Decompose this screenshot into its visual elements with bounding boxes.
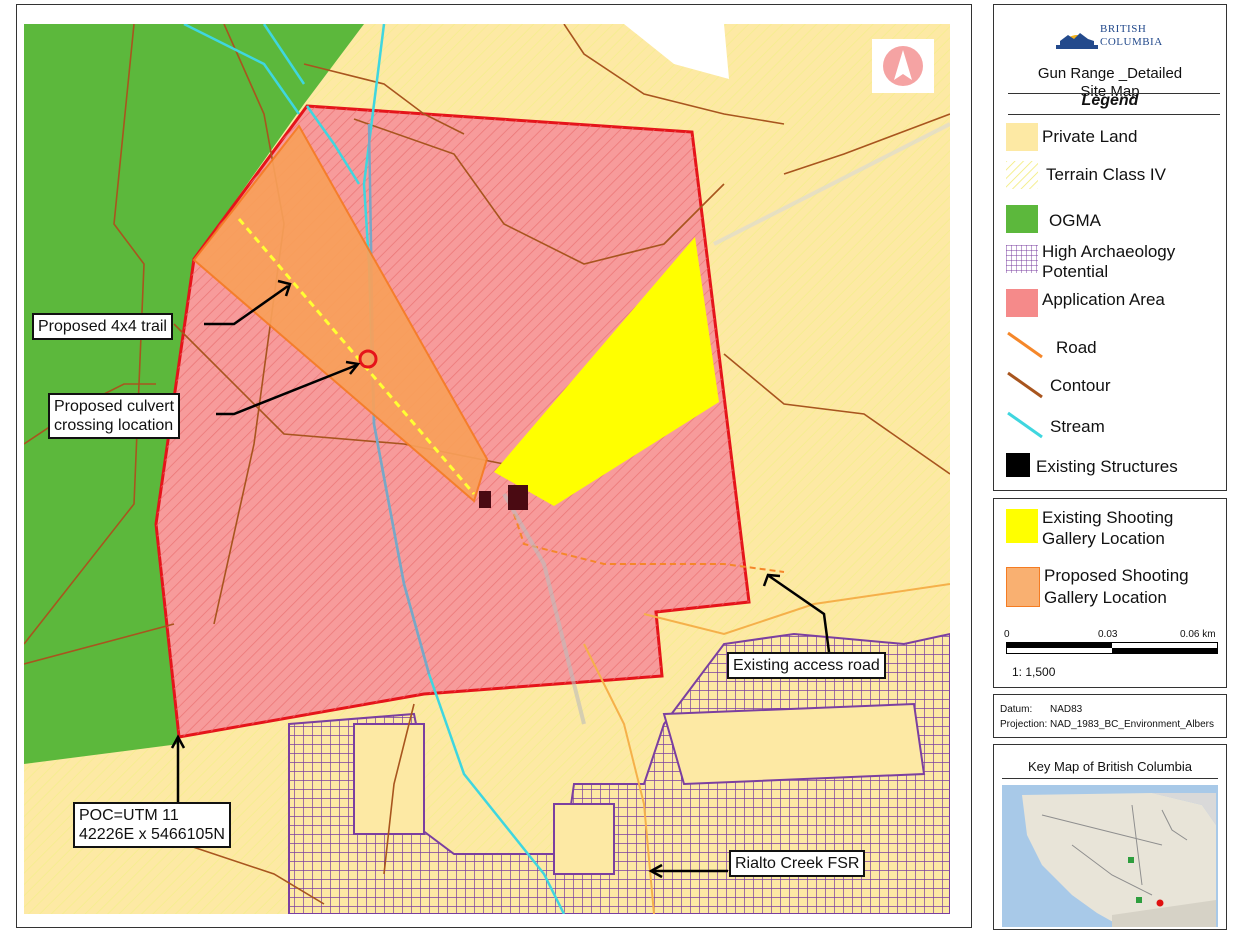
terrain-class-swatch [1006,161,1038,189]
logo-text-line2: COLUMBIA [1100,36,1163,48]
scale-bar [1006,642,1218,654]
culvert-label-line2: crossing location [54,417,174,434]
projection-text: Projection: NAD_1983_BC_Environment_Albe… [1000,719,1215,730]
datum-value: NAD83 [1050,704,1083,715]
existing-structure-2[interactable] [508,485,528,510]
datum-label: Datum: [1000,704,1033,715]
north-arrow-icon [872,39,934,93]
legend-terrain-class: Terrain Class IV [1046,165,1166,184]
bc-logo-icon [1056,33,1098,49]
stream-swatch [1007,411,1043,439]
existing-gallery-swatch [1006,509,1038,543]
ogma-swatch [1006,205,1038,233]
legend-contour: Contour [1050,376,1111,395]
legend-divider-bottom [1008,114,1220,115]
logo-text-line1: BRITISH [1100,23,1147,35]
scale-tick-0: 0 [1004,629,1010,640]
existing-structure-1[interactable] [479,491,491,508]
keymap-divider [1002,778,1218,779]
gallery-legend-panel: Existing Shooting Gallery Location Propo… [993,498,1227,688]
legend-proposed-gallery-line2: Gallery Location [1044,588,1167,607]
proposed-gallery-swatch [1006,567,1040,607]
legend-panel: BRITISH COLUMBIA Gun Range _Detailed Sit… [993,4,1227,491]
contour-swatch [1007,371,1043,399]
legend-application-area: Application Area [1042,290,1165,309]
legend-private-land: Private Land [1042,127,1138,146]
legend-existing-gallery-line1: Existing Shooting [1042,508,1174,527]
poc-label: POC=UTM 11 42226E x 5466105N [73,802,231,848]
site-map[interactable] [24,24,950,914]
legend-proposed-gallery-line1: Proposed Shooting [1044,566,1189,585]
poc-label-line2: 42226E x 5466105N [79,826,225,843]
legend-road: Road [1056,338,1097,357]
rialto-label: Rialto Creek FSR [729,850,866,877]
private-land-swatch [1006,123,1038,151]
site-location-marker [1156,899,1164,907]
legend-existing-gallery-line2: Gallery Location [1042,529,1165,548]
datum-panel: Datum: NAD83 Projection: NAD_1983_BC_Env… [993,694,1227,738]
legend-heading: Legend [1081,92,1139,109]
scale-ratio: 1: 1,500 [1012,665,1056,679]
keymap-panel: Key Map of British Columbia [993,744,1227,930]
scale-tick-1: 0.03 [1098,629,1118,640]
existing-structures-swatch [1006,453,1030,477]
road-swatch [1007,331,1043,359]
culvert-label: Proposed culvert crossing location [48,393,181,439]
legend-ogma: OGMA [1049,211,1101,230]
application-area-swatch [1006,289,1038,317]
archaeology-swatch [1006,245,1038,273]
poc-label-line1: POC=UTM 11 [79,807,179,824]
access-road-label: Existing access road [727,652,886,679]
bc-key-map[interactable] [1002,785,1218,927]
map-title-line1: Gun Range _Detailed [1037,65,1183,82]
legend-archaeology-line2: Potential [1042,262,1109,281]
trail-label: Proposed 4x4 trail [32,313,173,340]
scale-tick-2: 0.06 km [1180,629,1216,640]
culvert-label-line1: Proposed culvert [54,398,175,415]
legend-stream: Stream [1050,417,1105,436]
keymap-title: Key Map of British Columbia [1027,759,1192,774]
legend-archaeology-line1: High Archaeology [1042,242,1176,261]
legend-existing-structures: Existing Structures [1036,457,1178,476]
